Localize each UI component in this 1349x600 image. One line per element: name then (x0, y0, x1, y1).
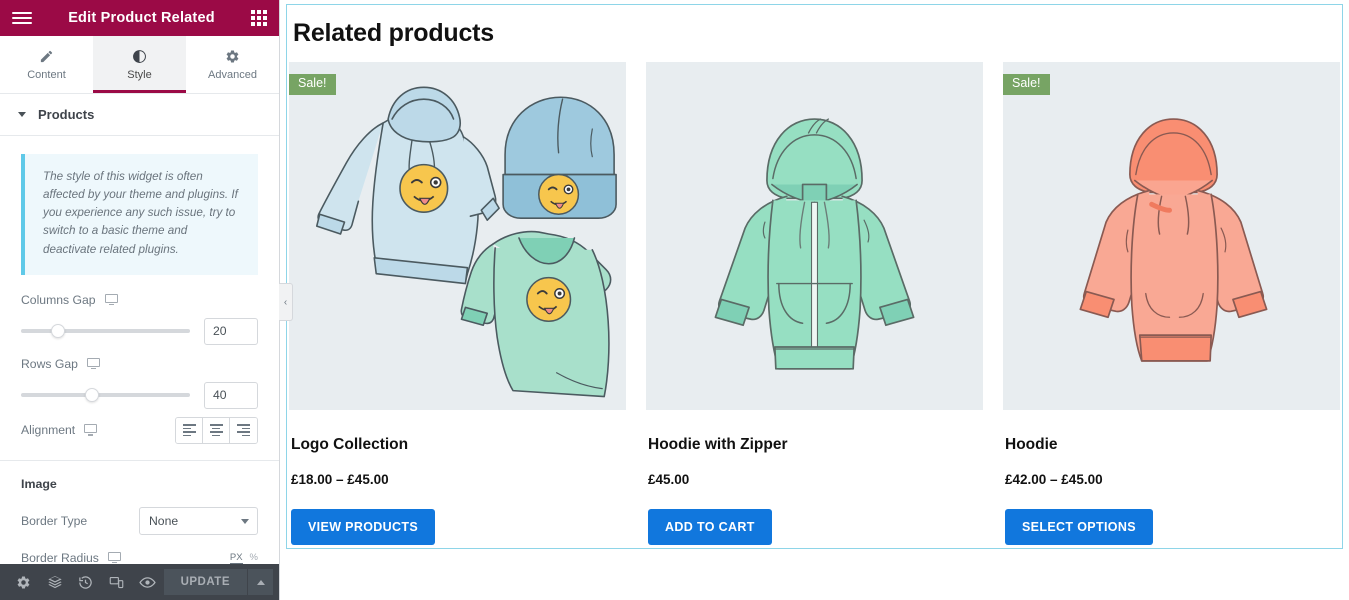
border-type-label: Border Type (21, 513, 88, 528)
border-radius-label: Border Radius (21, 550, 99, 564)
panel-body: The style of this widget is often affect… (0, 136, 279, 564)
product-price: £42.00 – £45.00 (1005, 472, 1103, 487)
slider-track (21, 393, 190, 398)
responsive-icon[interactable] (101, 564, 132, 600)
rows-gap-label: Rows Gap (21, 356, 78, 371)
product-action-button[interactable]: ADD TO CART (648, 509, 772, 545)
product-action-button[interactable]: VIEW PRODUCTS (291, 509, 436, 545)
gear-icon (225, 48, 240, 64)
product-price: £45.00 (648, 472, 690, 487)
gear-icon[interactable] (8, 564, 39, 600)
tab-advanced[interactable]: Advanced (186, 36, 279, 93)
columns-gap-label-row: Columns Gap (21, 293, 258, 307)
rows-gap-row (21, 381, 258, 409)
tab-content[interactable]: Content (0, 36, 93, 93)
control-border-type: Border Type None (0, 503, 279, 535)
control-border-radius: Border Radius PX % (0, 535, 279, 564)
rows-gap-slider[interactable] (21, 387, 190, 403)
alignment-label: Alignment (21, 423, 76, 438)
panel-header: Edit Product Related (0, 0, 279, 36)
columns-gap-input[interactable] (204, 317, 258, 345)
product-action-button[interactable]: SELECT OPTIONS (1005, 509, 1153, 545)
rows-gap-input[interactable] (204, 381, 258, 409)
status-badge: Sale! (1003, 74, 1050, 95)
emoji-face (526, 276, 572, 322)
product-card[interactable]: Hoodie with Zipper £45.00 ADD TO CART (646, 62, 983, 545)
border-radius-units: PX % (229, 552, 258, 564)
page-title: Related products (293, 19, 494, 47)
update-button[interactable]: UPDATE (163, 569, 247, 595)
image-section-title: Image (21, 476, 57, 491)
section-products-header[interactable]: Products (0, 94, 279, 136)
contrast-circle-icon (132, 48, 147, 64)
chevron-down-icon (241, 518, 249, 524)
style-notice-text: The style of this widget is often affect… (43, 170, 238, 256)
slider-track (21, 329, 190, 334)
layers-icon[interactable] (39, 564, 70, 600)
panel-collapse-handle[interactable]: ‹ (279, 283, 293, 321)
emoji-face (399, 163, 449, 214)
hamburger-icon[interactable] (12, 12, 32, 24)
border-type-select-wrap: None (139, 506, 258, 535)
control-rows-gap: Rows Gap (0, 347, 279, 411)
product-card[interactable]: Sale! (1003, 62, 1340, 545)
product-thumbnail[interactable]: Sale! (289, 62, 626, 410)
editor-panel: Edit Product Related Content Style Advan… (0, 0, 293, 600)
panel-title: Edit Product Related (68, 10, 215, 26)
rows-gap-label-row: Rows Gap (21, 357, 258, 371)
chevron-down-icon (18, 112, 26, 117)
border-type-value: None (149, 513, 179, 528)
product-thumbnail[interactable]: Sale! (1003, 62, 1340, 410)
elementor-editor: Edit Product Related Content Style Advan… (0, 0, 1349, 600)
style-notice: The style of this widget is often affect… (21, 154, 258, 275)
control-alignment: Alignment (0, 411, 279, 444)
panel-tabs: Content Style Advanced (0, 36, 279, 94)
product-thumbnail[interactable] (646, 62, 983, 410)
status-badge: Sale! (289, 74, 336, 95)
emoji-face (538, 173, 580, 215)
columns-gap-slider[interactable] (21, 323, 190, 339)
product-card[interactable]: Sale! (289, 62, 626, 545)
chevron-up-icon (256, 579, 265, 585)
eye-icon[interactable] (132, 564, 163, 600)
tab-advanced-label: Advanced (208, 69, 257, 81)
slider-knob[interactable] (85, 388, 100, 403)
tab-content-label: Content (27, 69, 66, 81)
preview-canvas: Related products Sale! Logo Collection £… (280, 0, 1349, 600)
alignment-label-row: Alignment (21, 423, 98, 438)
alignment-button-group (175, 416, 258, 444)
apps-grid-icon[interactable] (251, 10, 267, 26)
align-center-button[interactable] (203, 417, 230, 443)
monitor-icon[interactable] (86, 357, 100, 370)
control-columns-gap: Columns Gap (0, 283, 279, 347)
history-icon[interactable] (70, 564, 101, 600)
panel-footer: UPDATE (0, 564, 279, 600)
border-radius-label-row: Border Radius (21, 551, 121, 564)
tab-style-label: Style (127, 69, 152, 81)
unit-percent[interactable]: % (250, 552, 258, 563)
unit-px[interactable]: PX (229, 552, 243, 564)
slider-knob[interactable] (51, 324, 66, 339)
tab-style[interactable]: Style (93, 36, 186, 93)
update-options-button[interactable] (247, 569, 273, 595)
align-right-button[interactable] (230, 417, 257, 443)
product-price: £18.00 – £45.00 (291, 472, 389, 487)
related-products-widget[interactable]: Related products Sale! Logo Collection £… (286, 4, 1343, 549)
update-button-group: UPDATE (163, 569, 273, 595)
product-name[interactable]: Hoodie (1005, 436, 1340, 454)
section-products-title: Products (38, 107, 95, 122)
salmon-hoodie-illustration (1079, 118, 1268, 362)
mint-zip-hoodie-illustration (714, 118, 915, 370)
monitor-icon[interactable] (84, 424, 98, 436)
product-name[interactable]: Logo Collection (291, 436, 626, 454)
monitor-icon[interactable] (104, 293, 118, 306)
columns-gap-row (21, 317, 258, 345)
products-grid: Sale! Logo Collection £18.00 – £45.00 VI… (287, 62, 1342, 545)
monitor-icon[interactable] (107, 551, 121, 564)
columns-gap-label: Columns Gap (21, 292, 96, 307)
product-name[interactable]: Hoodie with Zipper (648, 436, 983, 454)
logo-collection-illustration (315, 86, 617, 398)
pencil-icon (39, 48, 54, 64)
align-left-button[interactable] (176, 417, 203, 443)
